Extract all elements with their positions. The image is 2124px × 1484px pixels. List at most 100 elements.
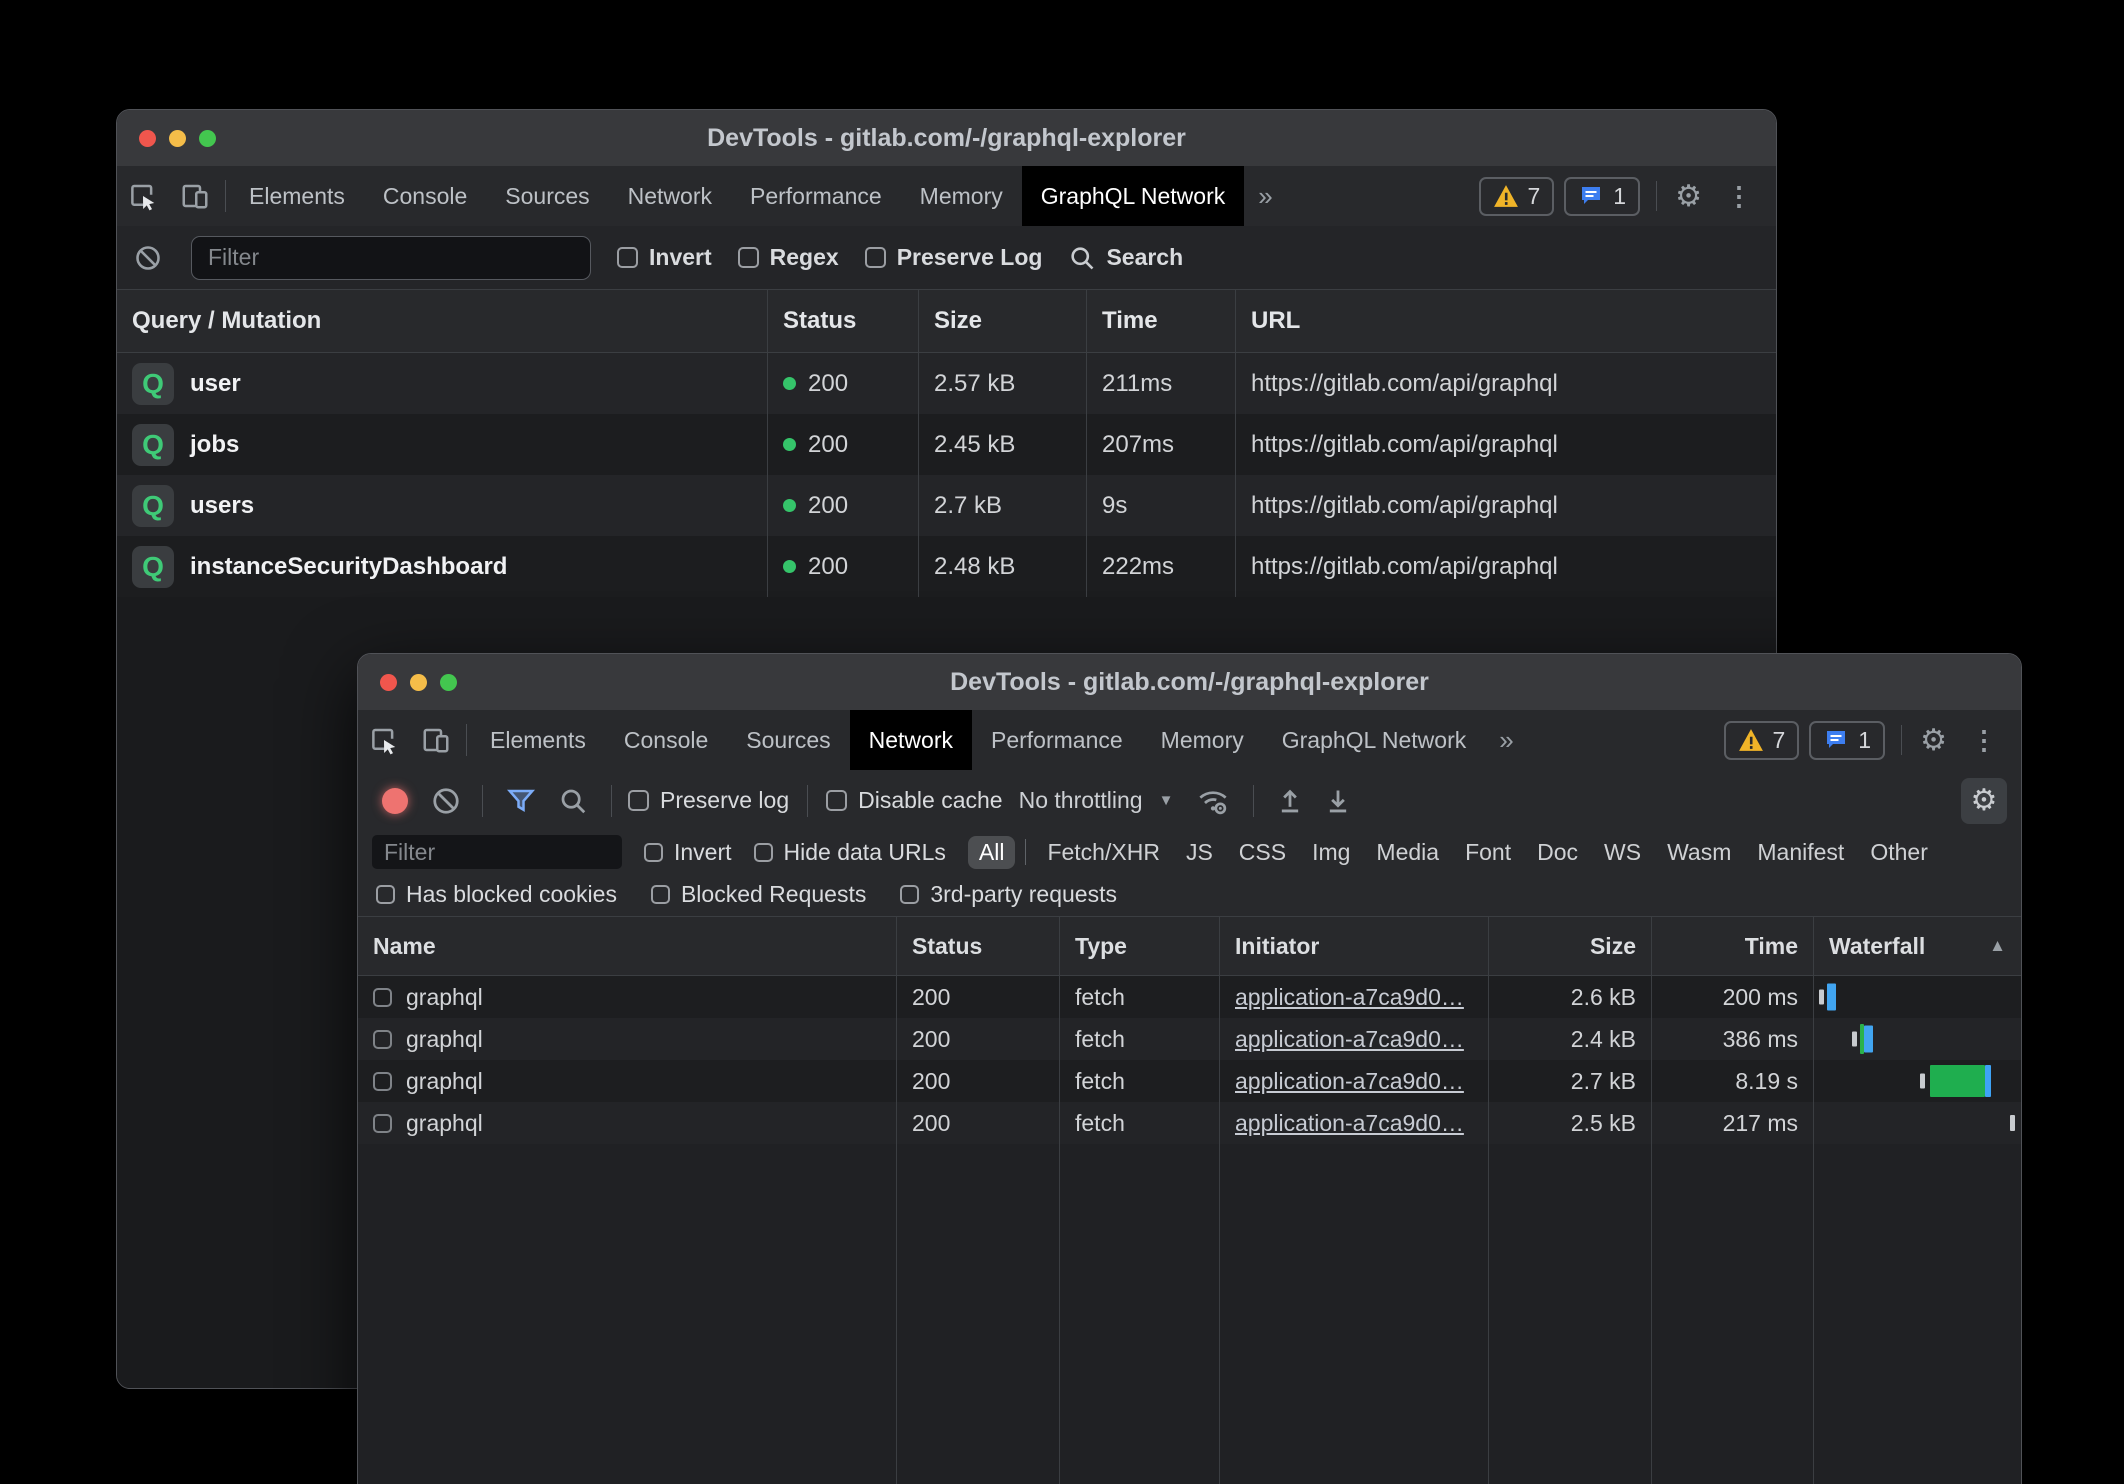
filter-chip-img[interactable]: Img [1301,836,1361,869]
column-header-name[interactable]: Name [358,917,897,975]
network-settings-gear-icon[interactable]: ⚙ [1961,778,2007,824]
more-tabs-icon[interactable]: » [1485,710,1527,770]
settings-gear-icon[interactable]: ⚙ [1908,723,1959,758]
tab-sources[interactable]: Sources [727,710,849,770]
column-header-time[interactable]: Time [1652,917,1814,975]
preserve-log-checkbox[interactable]: Preserve log [628,787,789,814]
invert-checkbox[interactable]: Invert [617,244,712,271]
request-row[interactable]: graphql 200 fetch application-a7ca9d0… 2… [358,1060,2021,1102]
device-toolbar-icon[interactable] [169,166,221,226]
regex-checkbox[interactable]: Regex [738,244,839,271]
clear-icon[interactable] [426,786,466,816]
initiator-link[interactable]: application-a7ca9d0… [1235,1110,1464,1137]
request-type: fetch [1060,1060,1220,1102]
titlebar[interactable]: DevTools - gitlab.com/-/graphql-explorer [117,110,1776,166]
settings-gear-icon[interactable]: ⚙ [1663,179,1714,214]
blocked-requests-checkbox[interactable]: Blocked Requests [651,881,866,908]
device-toolbar-icon[interactable] [410,710,462,770]
clear-icon[interactable] [131,244,165,272]
more-tabs-icon[interactable]: » [1244,166,1286,226]
request-row[interactable]: graphql 200 fetch application-a7ca9d0… 2… [358,976,2021,1018]
filter-chip-ws[interactable]: WS [1593,836,1652,869]
throttling-dropdown[interactable]: No throttling ▼ [1011,787,1182,814]
has-blocked-cookies-checkbox[interactable]: Has blocked cookies [376,881,617,908]
inspect-element-icon[interactable] [117,166,169,226]
messages-badge[interactable]: 1 [1809,721,1885,760]
export-har-icon[interactable] [1318,786,1358,816]
filter-funnel-icon[interactable] [499,786,543,816]
record-network-log-button[interactable] [382,788,408,814]
messages-badge[interactable]: 1 [1564,177,1640,216]
filter-chip-media[interactable]: Media [1365,836,1450,869]
table-row[interactable]: QinstanceSecurityDashboard 200 2.48 kB 2… [117,536,1776,597]
column-header-waterfall[interactable]: Waterfall ▲ [1814,917,2021,975]
tab-console[interactable]: Console [364,166,486,226]
tab-graphql-network[interactable]: GraphQL Network [1263,710,1486,770]
kebab-menu-icon[interactable]: ⋮ [1714,181,1764,212]
tab-network[interactable]: Network [850,710,972,770]
column-header-url[interactable]: URL [1236,290,1776,352]
network-conditions-icon[interactable] [1189,785,1237,817]
tab-sources[interactable]: Sources [486,166,608,226]
column-header-status[interactable]: Status [768,290,919,352]
hide-data-urls-checkbox[interactable]: Hide data URLs [754,839,946,866]
tab-memory[interactable]: Memory [901,166,1022,226]
request-row[interactable]: graphql 200 fetch application-a7ca9d0… 2… [358,1102,2021,1144]
initiator-link[interactable]: application-a7ca9d0… [1235,1026,1464,1053]
row-checkbox[interactable] [373,1114,392,1133]
request-row[interactable]: graphql 200 fetch application-a7ca9d0… 2… [358,1018,2021,1060]
filter-chip-other[interactable]: Other [1859,836,1939,869]
filter-chip-js[interactable]: JS [1175,836,1224,869]
column-header-time[interactable]: Time [1087,290,1236,352]
filter-chip-doc[interactable]: Doc [1526,836,1589,869]
column-header-type[interactable]: Type [1060,917,1220,975]
import-har-icon[interactable] [1270,786,1310,816]
tab-network[interactable]: Network [609,166,731,226]
table-row[interactable]: Quser 200 2.57 kB 211ms https://gitlab.c… [117,353,1776,414]
filter-chip-font[interactable]: Font [1454,836,1522,869]
size-value: 2.5 kB [1489,1102,1652,1144]
disable-cache-checkbox[interactable]: Disable cache [826,787,1002,814]
preserve-log-checkbox[interactable]: Preserve Log [865,244,1043,271]
filter-input[interactable] [191,236,591,280]
third-party-requests-checkbox[interactable]: 3rd-party requests [900,881,1117,908]
table-row[interactable]: Qjobs 200 2.45 kB 207ms https://gitlab.c… [117,414,1776,475]
table-row[interactable]: Qusers 200 2.7 kB 9s https://gitlab.com/… [117,475,1776,536]
invert-checkbox[interactable]: Invert [644,839,732,866]
row-checkbox[interactable] [373,1072,392,1091]
column-header-size[interactable]: Size [1489,917,1652,975]
tab-elements[interactable]: Elements [230,166,364,226]
url-value: https://gitlab.com/api/graphql [1236,536,1776,597]
filter-chip-wasm[interactable]: Wasm [1656,836,1742,869]
filter-chip-css[interactable]: CSS [1228,836,1297,869]
search-button[interactable]: Search [1068,244,1183,272]
kebab-menu-icon[interactable]: ⋮ [1959,725,2009,756]
tab-console[interactable]: Console [605,710,727,770]
tab-elements[interactable]: Elements [471,710,605,770]
time-value: 222ms [1087,536,1236,597]
column-header-query[interactable]: Query / Mutation [117,290,768,352]
warnings-badge[interactable]: 7 [1479,177,1555,216]
column-header-size[interactable]: Size [919,290,1087,352]
initiator-link[interactable]: application-a7ca9d0… [1235,1068,1464,1095]
tab-performance[interactable]: Performance [972,710,1142,770]
filter-input[interactable] [372,835,622,869]
search-icon[interactable] [551,786,595,816]
column-header-initiator[interactable]: Initiator [1220,917,1489,975]
divider [1656,181,1657,211]
row-checkbox[interactable] [373,988,392,1007]
tab-memory[interactable]: Memory [1142,710,1263,770]
titlebar[interactable]: DevTools - gitlab.com/-/graphql-explorer [358,654,2021,710]
query-name: instanceSecurityDashboard [190,553,507,581]
row-checkbox[interactable] [373,1030,392,1049]
filter-chip-fetch-xhr[interactable]: Fetch/XHR [1036,836,1170,869]
initiator-link[interactable]: application-a7ca9d0… [1235,984,1464,1011]
filter-chip-manifest[interactable]: Manifest [1746,836,1855,869]
tab-graphql-network[interactable]: GraphQL Network [1022,166,1245,226]
tab-performance[interactable]: Performance [731,166,901,226]
column-header-status[interactable]: Status [897,917,1060,975]
filter-chip-all[interactable]: All [968,836,1016,869]
divider [807,785,808,817]
inspect-element-icon[interactable] [358,710,410,770]
warnings-badge[interactable]: 7 [1724,721,1800,760]
